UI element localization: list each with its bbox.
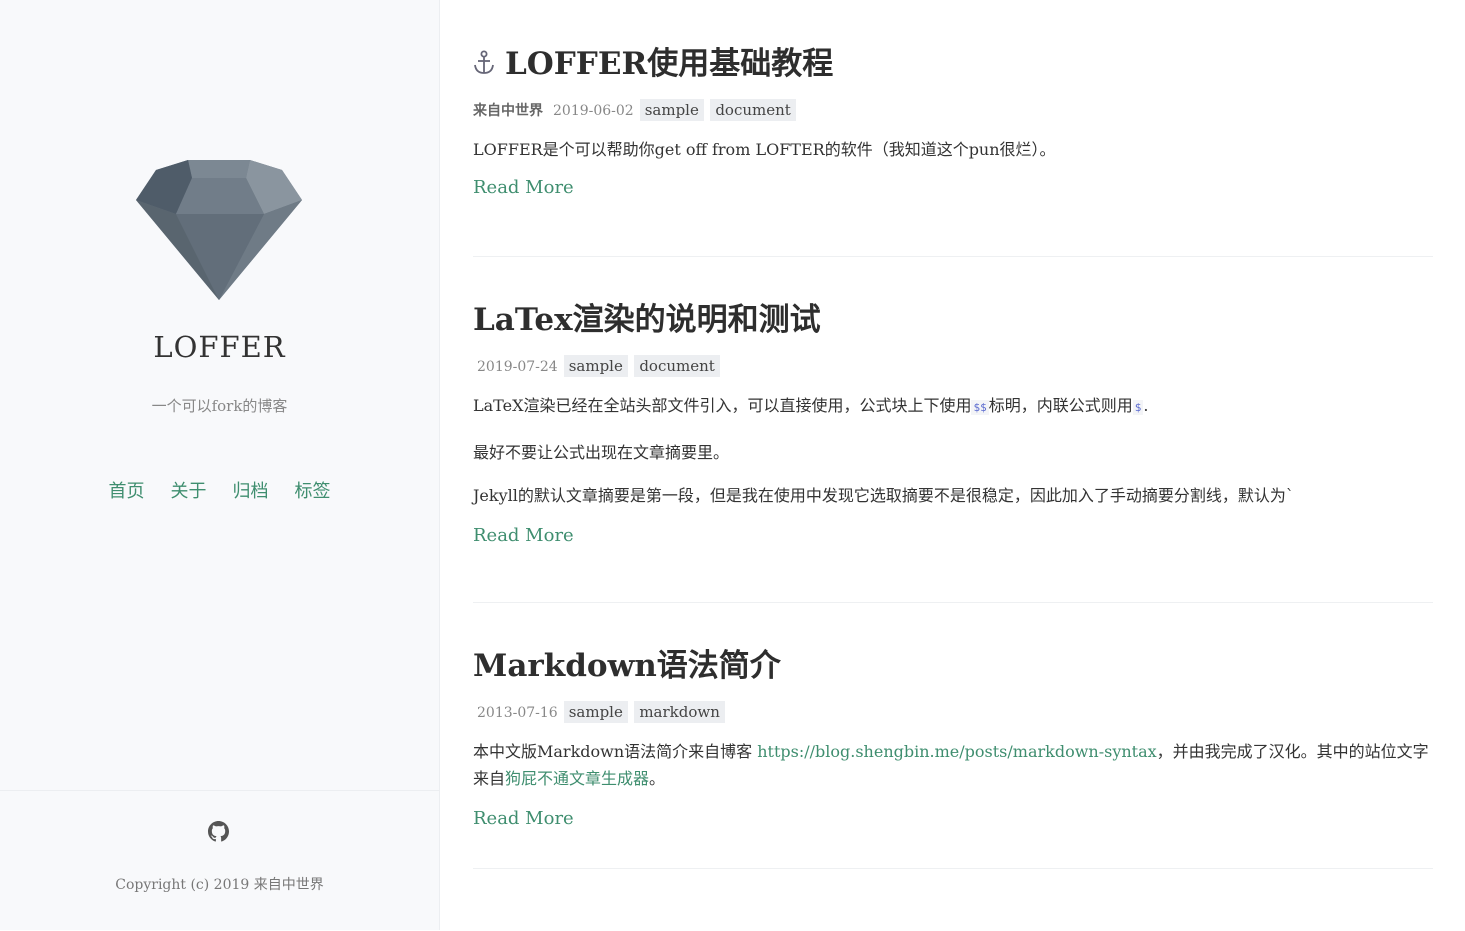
diamond-logo-icon[interactable] <box>136 158 302 302</box>
post-date: 2019-06-02 <box>553 103 634 119</box>
excerpt-link[interactable]: 狗屁不通文章生成器 <box>505 769 649 788</box>
nav-item-tags[interactable]: 标签 <box>295 481 331 502</box>
post-meta: 2013-07-16 sample markdown <box>473 700 1433 726</box>
post-meta: 2019-07-24 sample document <box>473 354 1433 380</box>
post-date: 2013-07-16 <box>477 705 558 721</box>
tag-sample[interactable]: sample <box>563 355 628 377</box>
read-more-link[interactable]: Read More <box>473 525 574 546</box>
tag-sample[interactable]: sample <box>639 99 704 121</box>
excerpt-text: 本中文版Markdown语法简介来自博客 <box>473 742 758 761</box>
tag-sample[interactable]: sample <box>563 701 628 723</box>
tag-document[interactable]: document <box>634 355 720 377</box>
excerpt-text: 标明，内联公式则用 <box>988 396 1133 415</box>
excerpt-link[interactable]: https://blog.shengbin.me/posts/markdown-… <box>757 742 1156 761</box>
sidebar: LOFFER 一个可以fork的博客 首页 关于 归档 标签 Copyright (c… <box>0 0 440 930</box>
nav-item-about[interactable]: 关于 <box>171 481 207 502</box>
nav-item-archive[interactable]: 归档 <box>233 481 269 502</box>
tag-markdown[interactable]: markdown <box>634 701 725 723</box>
post-card: LOFFER使用基础教程 来自中世界 2019-06-02 sample docum… <box>473 44 1433 257</box>
excerpt-text: 。 <box>649 769 666 788</box>
post-excerpt: LaTeX渲染已经在全站头部文件引入，可以直接使用，公式块上下使用 $$ 标明，内联… <box>473 392 1433 421</box>
excerpt-text: . <box>1143 396 1149 415</box>
post-excerpt: Jekyll的默认文章摘要是第一段，但是我在使用中发现它选取摘要不是很稳定，因此… <box>473 486 1294 505</box>
inline-code: $$ <box>971 400 989 415</box>
post-title[interactable]: Markdown语法简介 <box>473 646 1433 686</box>
post-excerpt: LOFFER是个可以帮助你get off from LOFTER的软件（我知道这… <box>473 140 1056 159</box>
github-icon[interactable] <box>208 821 229 842</box>
read-more-link[interactable]: Read More <box>473 808 574 829</box>
post-title-text: LOFFER使用基础教程 <box>505 46 834 82</box>
nav-item-home[interactable]: 首页 <box>109 481 145 502</box>
post-title[interactable]: LaTex渲染的说明和测试 <box>473 300 1433 340</box>
anchor-icon <box>474 50 494 74</box>
main-nav: 首页 关于 归档 标签 <box>0 477 439 503</box>
post-card: LaTex渲染的说明和测试 2019-07-24 sample document … <box>473 300 1433 603</box>
tag-document[interactable]: document <box>710 99 796 121</box>
post-card: Markdown语法简介 2013-07-16 sample markdown 本… <box>473 646 1433 869</box>
inline-code: $ <box>1132 400 1144 415</box>
excerpt-text: LaTeX渲染已经在全站头部文件引入，可以直接使用，公式块上下使用 <box>473 396 972 415</box>
copyright-text: Copyright (c) 2019 来自中世界 <box>115 877 324 893</box>
post-date: 2019-07-24 <box>477 359 558 375</box>
post-excerpt: 本中文版Markdown语法简介来自博客 https://blog.shengb… <box>473 738 1433 792</box>
post-author[interactable]: 来自中世界 <box>473 103 543 119</box>
sidebar-footer: Copyright (c) 2019 来自中世界 <box>0 790 439 931</box>
post-meta: 来自中世界 2019-06-02 sample document <box>473 98 1433 124</box>
site-title[interactable]: LOFFER <box>0 330 439 364</box>
post-title[interactable]: LOFFER使用基础教程 <box>473 44 1433 84</box>
site-description: 一个可以fork的博客 <box>151 397 288 415</box>
post-excerpt: 最好不要让公式出现在文章摘要里。 <box>473 443 730 462</box>
read-more-link[interactable]: Read More <box>473 177 574 198</box>
